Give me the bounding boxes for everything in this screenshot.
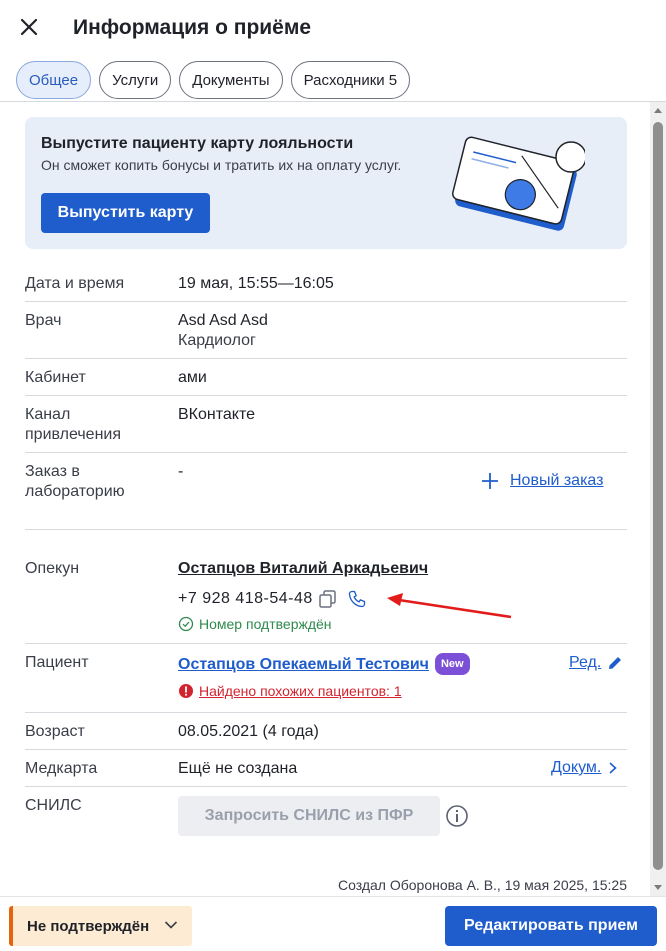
divider xyxy=(25,395,627,396)
scroll-thumb[interactable] xyxy=(653,122,663,870)
request-snils-button[interactable]: Запросить СНИЛС из ПФР xyxy=(178,796,440,836)
status-label: Не подтверждён xyxy=(27,917,150,935)
medcard-label: Медкарта xyxy=(25,760,98,777)
issue-card-button[interactable]: Выпустить карту xyxy=(41,193,210,233)
dialog-header: Информация о приёме xyxy=(0,0,666,58)
loyalty-banner: Выпустите пациенту карту лояльности Он с… xyxy=(25,117,627,249)
scroll-up-arrow-icon[interactable] xyxy=(654,108,662,113)
phone-confirmed-text: Номер подтверждён xyxy=(199,616,332,632)
created-info: Создал Оборонова А. В., 19 мая 2025, 15:… xyxy=(337,877,627,893)
phone-icon[interactable] xyxy=(347,589,367,609)
status-dropdown[interactable]: Не подтверждён xyxy=(9,906,192,946)
check-circle-icon xyxy=(178,616,194,632)
vertical-scrollbar[interactable] xyxy=(650,102,666,896)
cabinet-label: Кабинет xyxy=(25,369,86,386)
datetime-value: 19 мая, 15:55—16:05 xyxy=(178,275,334,292)
copy-icon[interactable] xyxy=(318,589,338,609)
divider xyxy=(25,712,627,713)
doctor-specialty: Кардиолог xyxy=(178,332,256,349)
divider xyxy=(25,529,627,530)
loyalty-card-illustration xyxy=(451,136,585,231)
chevron-right-icon xyxy=(609,762,618,774)
snils-label: СНИЛС xyxy=(25,797,82,814)
divider xyxy=(25,643,627,644)
edit-appointment-button[interactable]: Редактировать прием xyxy=(445,906,657,946)
new-order-link[interactable]: Новый заказ xyxy=(510,472,603,490)
guardian-phone-group: +7 928 418-54-48 xyxy=(178,589,367,609)
dialog-footer: Не подтверждён Редактировать прием xyxy=(0,896,666,951)
guardian-name-link[interactable]: Остапцов Виталий Аркадьевич xyxy=(178,559,428,579)
chevron-down-icon xyxy=(164,921,178,929)
info-icon[interactable] xyxy=(445,804,469,828)
patient-label: Пациент xyxy=(25,654,89,671)
tab-consumables[interactable]: Расходники 5 xyxy=(290,61,411,99)
new-badge: New xyxy=(434,653,470,675)
medcard-docs-link[interactable]: Докум. xyxy=(551,759,601,777)
tab-documents[interactable]: Документы xyxy=(179,61,283,99)
plus-icon xyxy=(482,473,498,489)
dialog-content: Выпустите пациенту карту лояльности Он с… xyxy=(0,102,650,896)
doctor-name: Asd Asd Asd xyxy=(178,312,268,329)
red-arrow-annotation xyxy=(387,593,512,619)
datetime-label: Дата и время xyxy=(25,275,125,292)
guardian-label: Опекун xyxy=(25,560,80,577)
age-value: 08.05.2021 (4 года) xyxy=(178,723,319,740)
page-title: Информация о приёме xyxy=(73,16,312,39)
doctor-label: Врач xyxy=(25,312,62,329)
channel-label: Канал привлечения xyxy=(25,406,122,443)
divider xyxy=(25,786,627,787)
tab-general[interactable]: Общее xyxy=(16,61,92,99)
patient-name-link[interactable]: Остапцов Опекаемый Тестович xyxy=(178,656,429,673)
error-icon xyxy=(179,684,193,698)
similar-patients-link[interactable]: Найдено похожих пациентов: 1 xyxy=(199,683,402,699)
new-order-button[interactable]: Новый заказ xyxy=(481,472,603,490)
edit-patient-button[interactable]: Ред. xyxy=(569,654,623,672)
divider xyxy=(25,301,627,302)
close-icon[interactable] xyxy=(14,12,44,42)
channel-value: ВКонтакте xyxy=(178,406,255,423)
divider xyxy=(25,749,627,750)
medcard-value: Ещё не создана xyxy=(178,760,298,777)
age-label: Возраст xyxy=(25,723,85,740)
tab-bar: Общее Услуги Документы Расходники 5 xyxy=(16,61,418,99)
medcard-docs-button[interactable]: Докум. xyxy=(551,759,619,777)
scroll-down-arrow-icon[interactable] xyxy=(654,885,662,890)
divider xyxy=(25,358,627,359)
pencil-icon xyxy=(609,657,622,669)
patient-name-group: Остапцов Опекаемый Тестович New xyxy=(178,653,470,675)
cabinet-value: ами xyxy=(178,369,207,386)
lab-order-label: Заказ в лабораторию xyxy=(25,463,125,500)
guardian-phone: +7 928 418-54-48 xyxy=(178,590,313,607)
tab-services[interactable]: Услуги xyxy=(99,61,172,99)
banner-title: Выпустите пациенту карту лояльности xyxy=(41,135,354,152)
banner-subtitle: Он сможет копить бонусы и тратить их на … xyxy=(41,157,402,173)
lab-order-value: - xyxy=(178,463,184,480)
divider xyxy=(25,452,627,453)
similar-patients-warning: Найдено похожих пациентов: 1 xyxy=(178,683,402,699)
edit-patient-link[interactable]: Ред. xyxy=(569,654,601,672)
phone-confirmed-status: Номер подтверждён xyxy=(178,616,332,632)
